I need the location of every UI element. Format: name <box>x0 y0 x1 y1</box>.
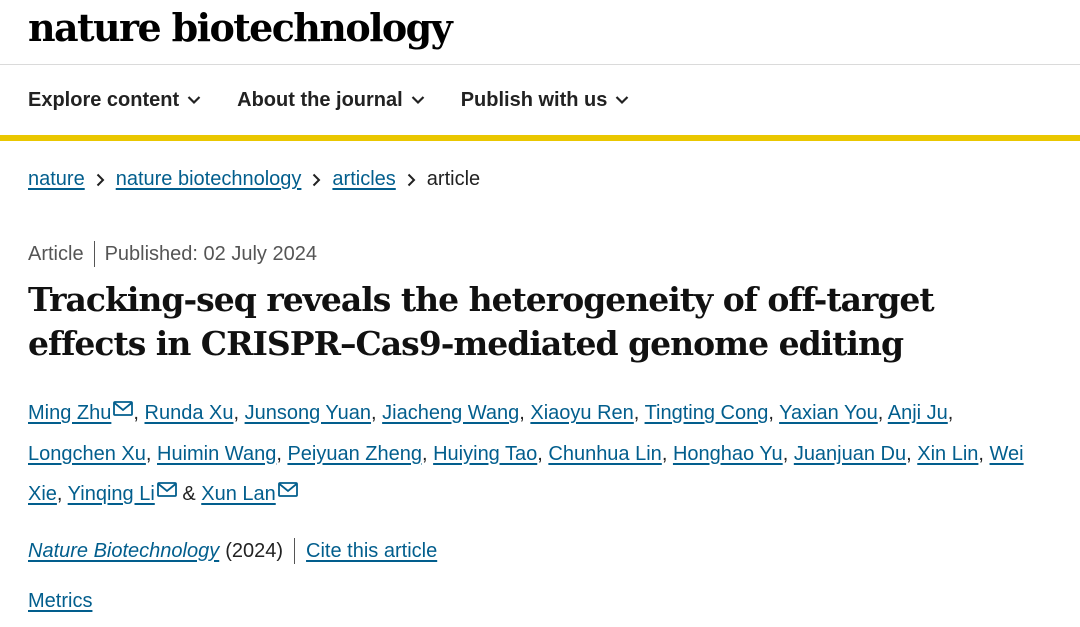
author-link[interactable]: Anji Ju <box>888 402 948 424</box>
breadcrumb-link-journal[interactable]: nature biotechnology <box>116 168 302 191</box>
author-link[interactable]: Jiacheng Wang <box>382 402 519 424</box>
author-link[interactable]: Huimin Wang <box>157 443 276 465</box>
nav-item-label: Publish with us <box>460 88 608 111</box>
article-meta: Article Published: 02 July 2024 <box>28 241 317 267</box>
breadcrumb: nature nature biotechnology articles art… <box>28 168 480 191</box>
breadcrumb-link-nature[interactable]: nature <box>28 168 85 191</box>
chevron-right-icon <box>407 173 416 187</box>
author-link[interactable]: Tingting Cong <box>645 402 769 424</box>
author-link[interactable]: Runda Xu <box>145 402 234 424</box>
author-list: Ming Zhu, Runda Xu, Junsong Yuan, Jiache… <box>28 401 1024 505</box>
author-link[interactable]: Yaxian You <box>779 402 878 424</box>
author-link[interactable]: Xiaoyu Ren <box>530 402 633 424</box>
metrics-link[interactable]: Metrics <box>28 590 92 612</box>
metrics-section: Metrics <box>28 590 92 613</box>
article-title: Tracking-seq reveals the heterogeneity o… <box>28 280 935 363</box>
author-link[interactable]: Ming Zhu <box>28 402 111 424</box>
email-icon[interactable] <box>113 401 134 416</box>
main-nav: Explore content About the journal Publis… <box>0 65 1080 141</box>
author-link[interactable]: Chunhua Lin <box>548 443 661 465</box>
cite-article-link[interactable]: Cite this article <box>306 540 437 563</box>
citation-divider <box>294 538 296 564</box>
author-link[interactable]: Peiyuan Zheng <box>287 443 422 465</box>
publication-year: (2024) <box>225 539 284 562</box>
email-icon[interactable] <box>156 482 177 497</box>
breadcrumb-link-articles[interactable]: articles <box>332 168 395 191</box>
chevron-down-icon <box>411 96 424 105</box>
chevron-right-icon <box>96 173 105 187</box>
author-link[interactable]: Xun Lan <box>201 483 276 505</box>
author-link[interactable]: Honghao Yu <box>673 443 783 465</box>
site-logo[interactable]: nature biotechnology <box>28 2 453 54</box>
author-link[interactable]: Juanjuan Du <box>794 443 906 465</box>
author-link[interactable]: Longchen Xu <box>28 443 146 465</box>
meta-divider <box>93 241 95 267</box>
nav-about-journal[interactable]: About the journal <box>237 89 425 112</box>
author-link[interactable]: Xin Lin <box>917 443 978 465</box>
chevron-down-icon <box>616 96 629 105</box>
citation-line: Nature Biotechnology (2024) Cite this ar… <box>28 538 437 564</box>
article-type: Article <box>28 242 84 265</box>
author-link[interactable]: Yinqing Li <box>68 483 155 505</box>
chevron-down-icon <box>187 96 201 105</box>
nav-item-label: About the journal <box>237 88 403 111</box>
nav-publish-with-us[interactable]: Publish with us <box>461 89 630 112</box>
published-date: Published: 02 July 2024 <box>104 242 317 265</box>
chevron-right-icon <box>312 173 321 187</box>
nav-item-label: Explore content <box>28 88 180 111</box>
author-link[interactable]: Huiying Tao <box>433 443 537 465</box>
journal-link[interactable]: Nature Biotechnology <box>28 540 219 563</box>
author-link[interactable]: Junsong Yuan <box>245 402 371 424</box>
breadcrumb-current: article <box>426 168 481 190</box>
nav-explore-content[interactable]: Explore content <box>28 89 201 112</box>
email-icon[interactable] <box>277 482 298 497</box>
site-header: nature biotechnology <box>0 0 1080 65</box>
